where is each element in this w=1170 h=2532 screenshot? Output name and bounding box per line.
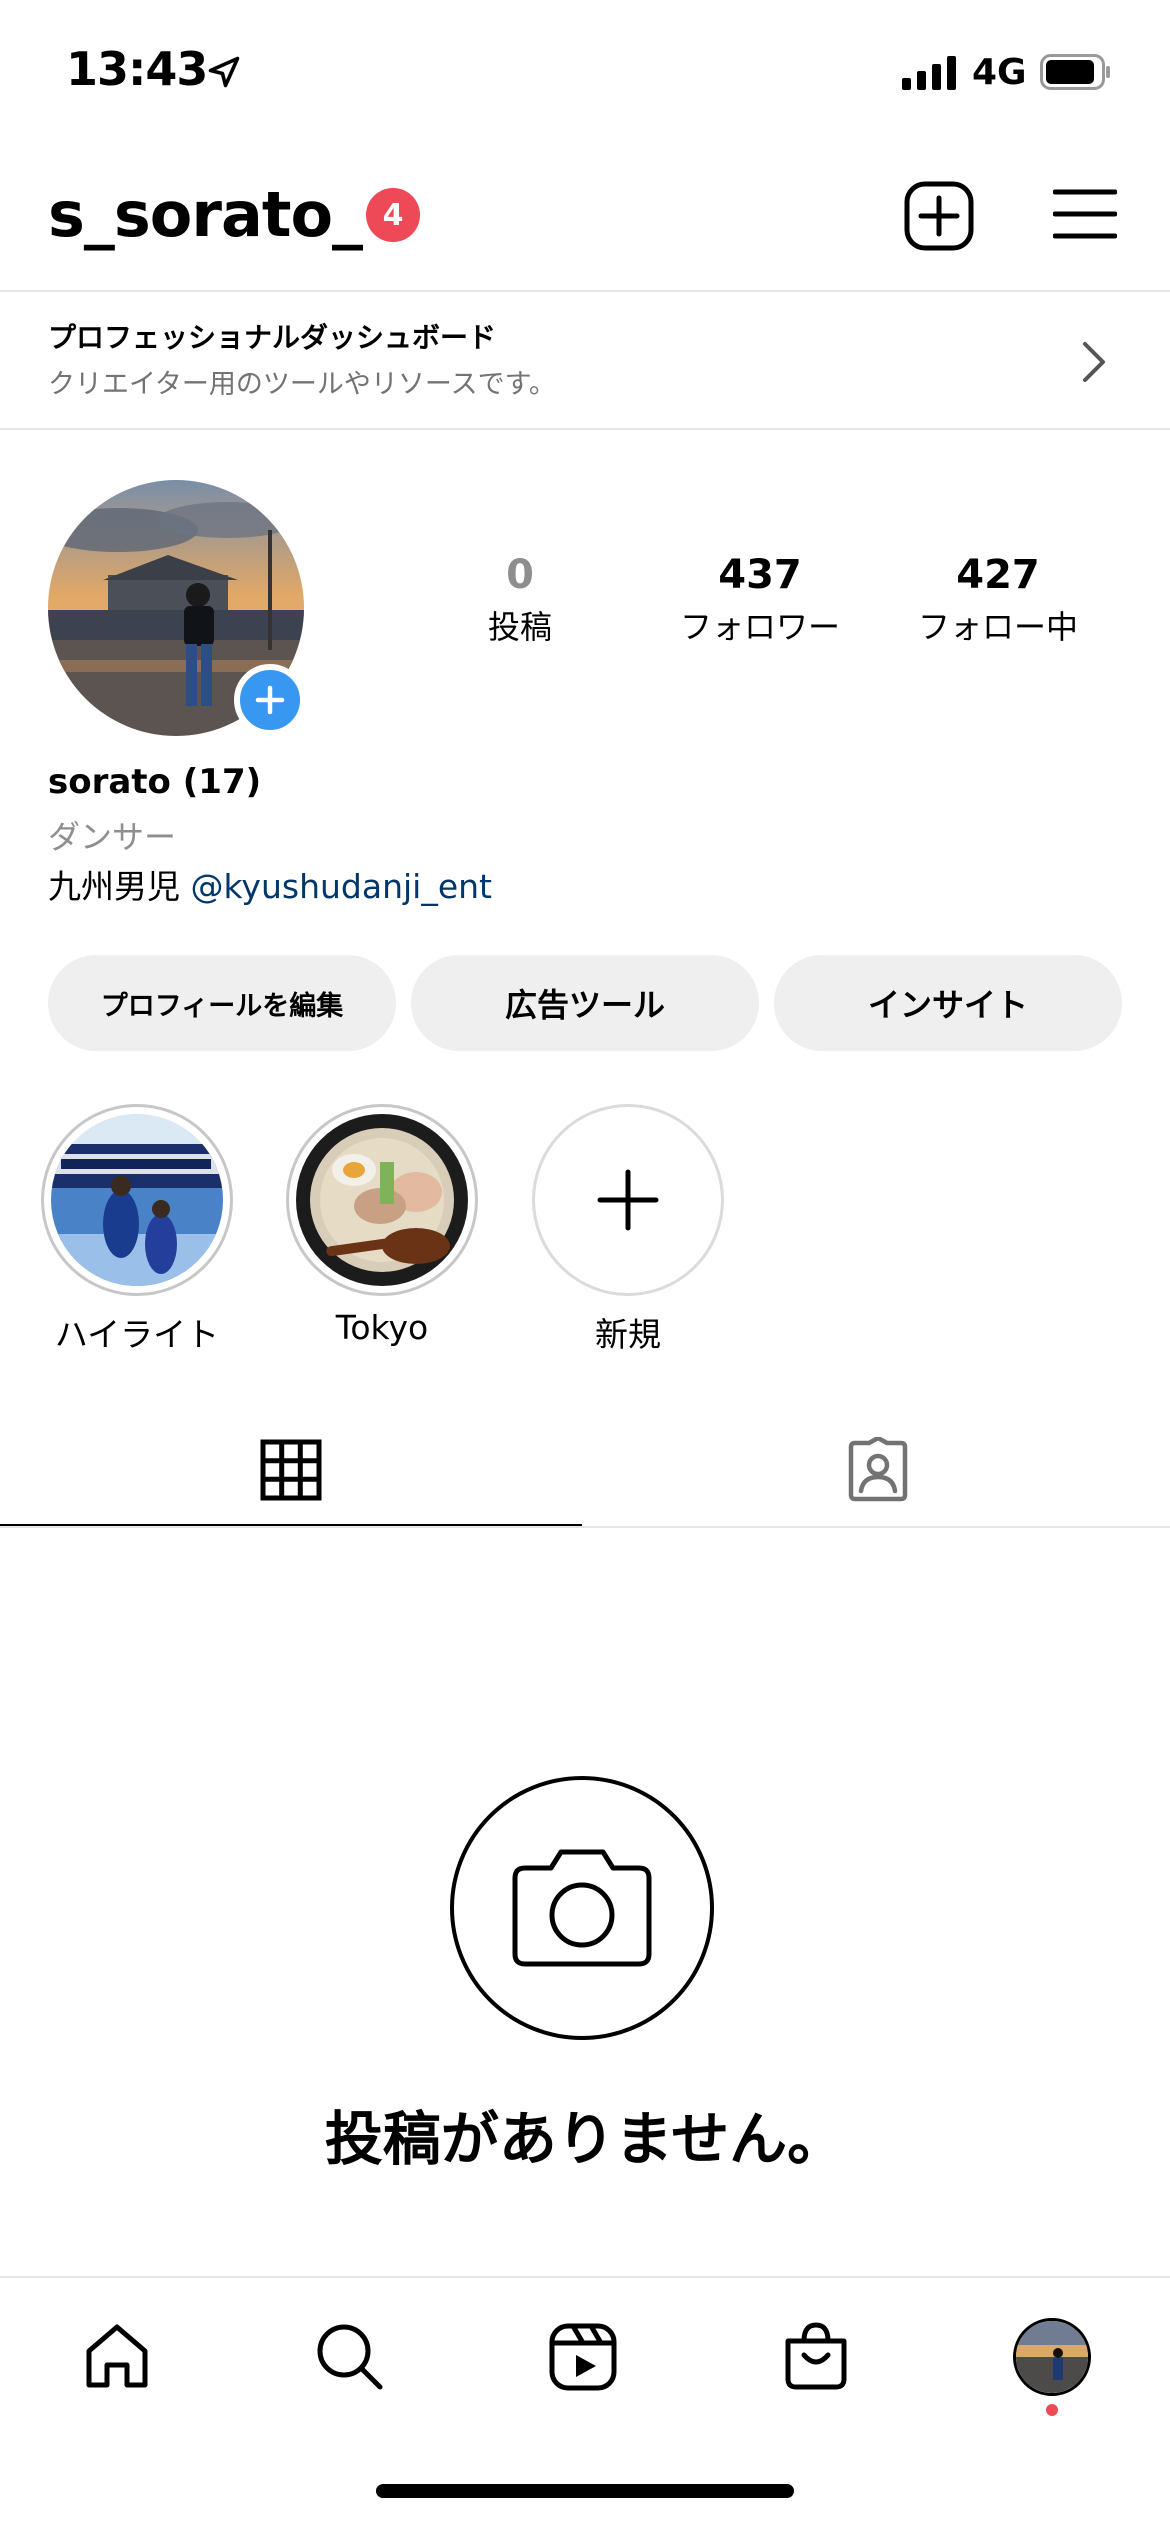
chevron-right-icon [1083,342,1105,382]
reels-icon [549,2323,617,2391]
tab-posts-grid[interactable] [0,1410,582,1530]
stat-label: フォロー中 [917,608,1078,646]
display-name: sorato (17) [48,762,262,802]
network-type: 4G [972,52,1027,93]
highlight-label: Tokyo [335,1308,429,1347]
stat-value: 437 [718,552,802,598]
bio-text-line: 九州男児 @kyushudanji_ent [48,860,492,908]
cellular-signal-icon [902,56,956,90]
notification-dot [1046,2404,1058,2416]
pro-dashboard-subtitle: クリエイター用のツールやリソースです。 [48,369,556,400]
highlight-thumbnail [296,1114,468,1286]
nav-home[interactable] [72,2312,162,2402]
highlight-label: 新規 [595,1315,661,1354]
new-highlight-button[interactable] [532,1104,724,1296]
tagged-icon [848,1437,907,1502]
pro-dashboard-title: プロフェッショナルダッシュボード [48,321,497,354]
stat-followers[interactable]: 437 フォロワー [650,552,870,648]
location-arrow-icon [208,56,240,88]
home-indicator[interactable] [376,2484,794,2498]
highlight-item[interactable] [286,1104,478,1296]
profile-category: ダンサー [48,818,177,856]
new-post-icon[interactable] [903,180,975,252]
nav-reels[interactable] [538,2312,628,2402]
divider [0,290,1170,292]
edit-profile-button[interactable]: プロフィールを編集 [48,955,396,1051]
plus-icon [597,1169,659,1231]
stat-following[interactable]: 427 フォロー中 [888,552,1108,648]
divider [0,428,1170,430]
add-story-button[interactable] [234,664,306,736]
nav-search[interactable] [305,2312,395,2402]
notification-badge: 4 [366,188,420,242]
highlight-thumbnail [51,1114,223,1286]
bio-text: 九州男児 [48,867,180,906]
insights-button[interactable]: インサイト [774,955,1122,1051]
highlight-label: ハイライト [54,1315,220,1354]
home-icon [86,2324,148,2388]
nav-shop[interactable] [771,2312,861,2402]
stat-label: 投稿 [487,608,552,646]
tab-tagged[interactable] [585,1410,1170,1530]
stat-posts[interactable]: 0 投稿 [410,552,630,648]
battery-icon [1040,54,1110,90]
nav-profile-avatar [1013,2318,1091,2396]
empty-state-text: 投稿がありません。 [324,2105,846,2173]
divider [0,2276,1170,2278]
stat-label: フォロワー [679,608,840,646]
ad-tools-button[interactable]: 広告ツール [411,955,759,1051]
plus-icon [255,685,285,715]
highlight-item[interactable] [41,1104,233,1296]
empty-state-camera [450,1776,714,2040]
grid-icon [260,1439,322,1501]
nav-profile[interactable] [1007,2312,1097,2402]
shop-icon [785,2322,847,2390]
bio-mention-link[interactable]: @kyushudanji_ent [191,867,492,906]
profile-username[interactable]: s_sorato_ [48,178,363,251]
search-icon [317,2324,383,2390]
divider [0,1526,1170,1528]
status-time: 13:43 [66,42,208,96]
stat-value: 427 [956,552,1040,598]
menu-icon[interactable] [1053,186,1117,242]
stat-value: 0 [506,552,534,598]
camera-icon [512,1849,652,1967]
